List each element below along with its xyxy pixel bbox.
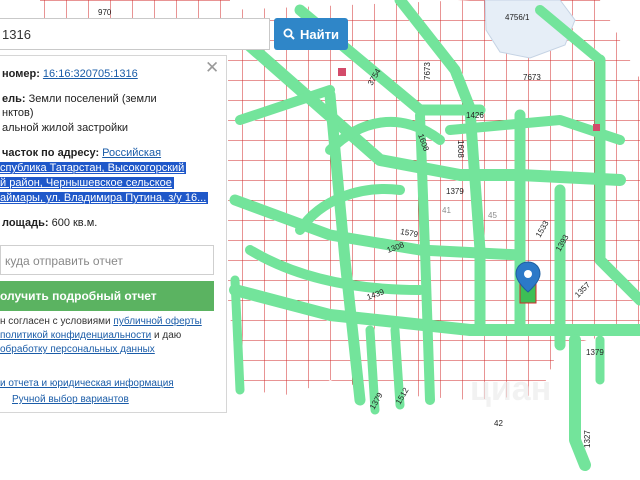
poi-marker-icon xyxy=(338,68,346,76)
privacy-policy-link[interactable]: политикой конфиденциальности xyxy=(0,330,151,341)
find-button-label: Найти xyxy=(300,26,339,42)
address-label: часток по адресу: xyxy=(2,147,100,159)
map-label: 41 xyxy=(442,206,451,215)
consent-text: н согласен с условиями публичной оферты … xyxy=(0,315,202,357)
area-row: лощадь: 600 кв.м. xyxy=(2,217,97,229)
personal-data-link[interactable]: обработку персональных данных xyxy=(0,344,155,355)
area-value: 600 кв.м. xyxy=(51,217,98,229)
offer-link[interactable]: публичной оферты xyxy=(113,316,201,327)
email-field[interactable]: куда отправить отчет xyxy=(0,245,214,275)
map-label: 42 xyxy=(494,419,503,428)
search-icon xyxy=(283,28,295,40)
address-line[interactable]: аймары, ул. Владимира Путина, з/у 16... xyxy=(0,192,209,204)
purpose-label: ель: xyxy=(2,93,26,105)
map-label: 7673 xyxy=(523,73,541,82)
map-label: 1327 xyxy=(583,430,592,448)
map-label: 1379 xyxy=(446,187,464,196)
find-button[interactable]: Найти xyxy=(274,18,348,50)
purpose-value: Земли поселений (земли xyxy=(28,93,157,105)
legal-info-link[interactable]: и отчета и юридическая информация xyxy=(0,378,174,389)
cadastral-row: номер: 16:16:320705:1316 xyxy=(2,68,138,80)
address-line[interactable]: спублика Татарстан, Высокогорский xyxy=(0,162,187,174)
search-query: 1316 xyxy=(2,27,31,42)
address-link[interactable]: Российская xyxy=(102,147,161,159)
area-label: лощадь: xyxy=(2,217,49,229)
search-input[interactable]: 1316 xyxy=(0,18,270,50)
parcel-info-panel: ✕ номер: 16:16:320705:1316 ель: Земли по… xyxy=(0,55,227,413)
purpose-row: ель: Земли поселений (земли xyxy=(2,93,157,105)
address-row: часток по адресу: Российская xyxy=(2,147,161,159)
purpose-value-cont: нктов) xyxy=(2,107,34,119)
cadastral-number-link[interactable]: 16:16:320705:1316 xyxy=(43,68,138,80)
map-label: 7673 xyxy=(423,62,432,80)
consent-text-part: и даю xyxy=(154,330,182,341)
email-placeholder: куда отправить отчет xyxy=(5,254,123,268)
address-line[interactable]: й район, Чернышевское сельское xyxy=(0,177,174,189)
manual-choice-link[interactable]: Ручной выбор вариантов xyxy=(12,394,129,405)
cadastral-label: номер: xyxy=(2,68,40,80)
map-label: 4756/1 xyxy=(505,13,530,22)
consent-text-part: н согласен с условиями xyxy=(0,316,111,327)
get-report-button[interactable]: олучить подробный отчет xyxy=(0,281,214,311)
map-label: 1426 xyxy=(466,111,484,120)
close-icon[interactable]: ✕ xyxy=(205,59,219,76)
report-button-label: олучить подробный отчет xyxy=(0,289,157,303)
map-label: 45 xyxy=(488,211,497,220)
purpose-value-cont: альной жилой застройки xyxy=(2,122,129,134)
map-label: 1608 xyxy=(456,140,465,158)
svg-text:циан: циан xyxy=(470,370,551,408)
map-label: 1379 xyxy=(586,348,604,357)
map-label: 970 xyxy=(98,8,112,17)
poi-marker-icon xyxy=(593,124,600,131)
